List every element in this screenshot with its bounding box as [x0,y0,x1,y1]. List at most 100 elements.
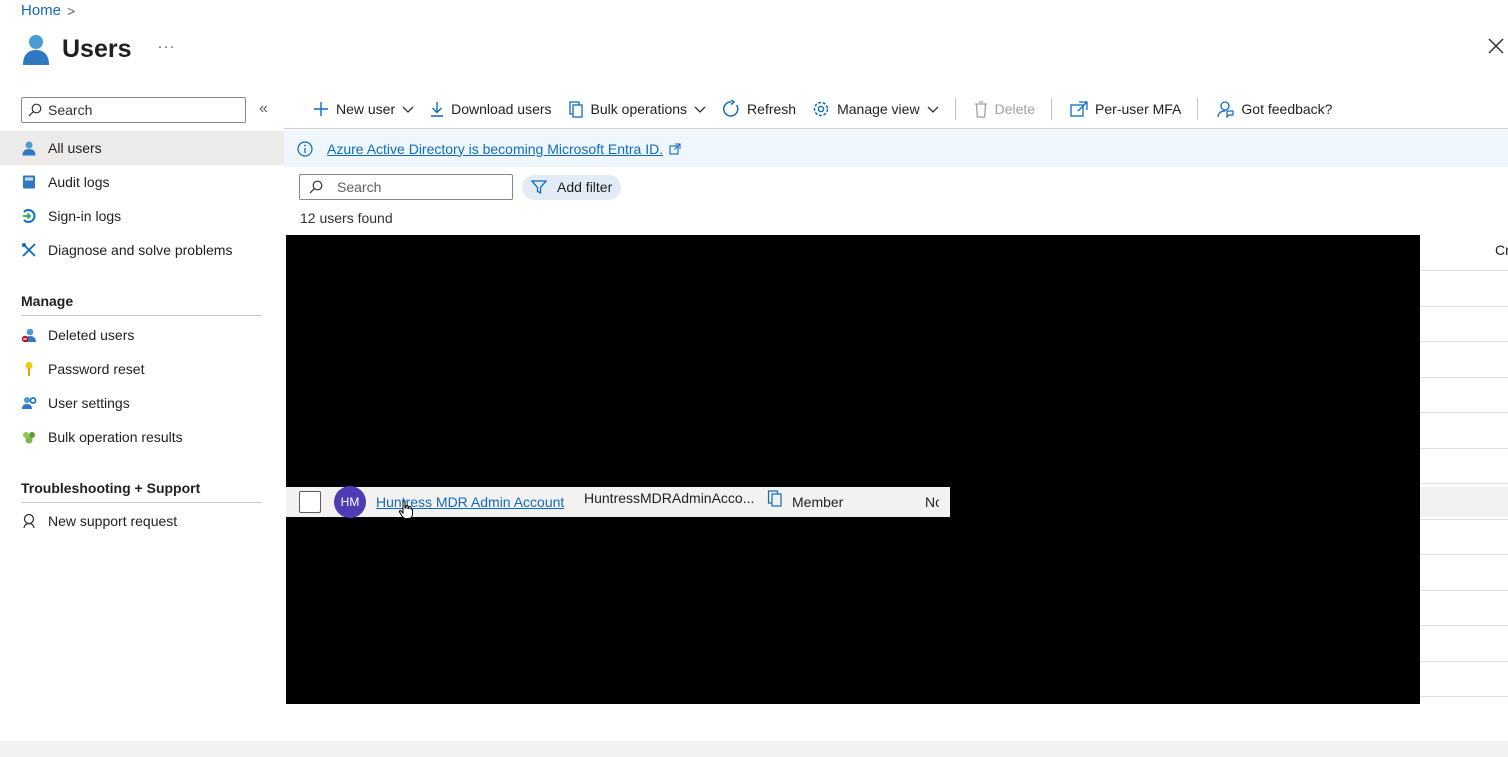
sidebar-item-bulk-results[interactable]: Bulk operation results [0,420,284,454]
breadcrumb: Home > [21,2,75,19]
row-checkbox[interactable] [299,491,321,513]
add-filter-button[interactable]: Add filter [522,174,622,200]
sidebar-item-sign-in-logs[interactable]: Sign-in logs [0,199,284,233]
breadcrumb-separator: > [67,2,76,19]
avatar: HM [334,486,366,518]
close-icon[interactable] [1486,36,1506,56]
sidebar-item-label: Bulk operation results [48,429,183,445]
sidebar-item-label: Password reset [48,361,145,377]
sidebar: All users Audit logs Sign-in logs Diagno… [0,131,284,538]
delete-label: Delete [994,101,1036,117]
chevron-down-icon [927,106,939,113]
external-link-icon [1070,101,1088,117]
user-type: Member [792,494,844,510]
next-column-value: No [925,494,939,510]
chevron-down-icon [694,106,706,113]
page-header: Users ··· [21,32,176,66]
sidebar-item-deleted-users[interactable]: Deleted users [0,318,284,352]
add-filter-label: Add filter [557,179,613,195]
command-bar: New user Download users Bulk operations … [300,93,1348,125]
sidebar-item-label: Diagnose and solve problems [48,242,233,258]
section-heading-support: Troubleshooting + Support [21,480,201,496]
sidebar-item-diagnose[interactable]: Diagnose and solve problems [0,233,284,267]
manage-view-label: Manage view [837,101,920,117]
support-icon [21,513,37,529]
user-search-placeholder: Search [337,179,382,195]
user-search-input[interactable]: Search [299,174,513,200]
collapse-sidebar-button[interactable]: « [259,100,268,118]
sidebar-item-password-reset[interactable]: Password reset [0,352,284,386]
results-count: 12 users found [300,210,393,226]
per-user-mfa-label: Per-user MFA [1095,101,1182,117]
hand-cursor-icon [398,500,413,519]
per-user-mfa-button[interactable]: Per-user MFA [1070,101,1181,117]
sidebar-item-audit-logs[interactable]: Audit logs [0,165,284,199]
new-user-button[interactable]: New user [313,101,414,117]
gear-icon [813,101,829,117]
feedback-label: Got feedback? [1241,101,1333,117]
table-row[interactable]: HM Huntress MDR Admin Account HuntressMD… [286,486,950,518]
search-icon [28,103,42,117]
sidebar-item-user-settings[interactable]: User settings [0,386,284,420]
new-user-label: New user [336,101,396,117]
column-header-created[interactable]: Cr [1495,242,1508,258]
divider [21,315,262,316]
breadcrumb-home[interactable]: Home [21,2,61,19]
download-users-button[interactable]: Download users [430,101,552,117]
people-icon [21,429,37,445]
sidebar-item-new-support-request[interactable]: New support request [0,504,284,538]
more-options-button[interactable]: ··· [158,38,176,55]
external-link-icon[interactable] [669,142,681,155]
sidebar-item-label: Deleted users [48,327,135,343]
sidebar-item-label: User settings [48,395,130,411]
section-heading-manage: Manage [21,293,74,309]
divider [284,128,1508,129]
sidebar-item-label: Sign-in logs [48,208,122,224]
sidebar-item-all-users[interactable]: All users [0,131,284,165]
divider [21,502,262,503]
info-banner: Azure Active Directory is becoming Micro… [284,130,1508,167]
refresh-icon [723,100,739,117]
trash-icon [974,100,987,118]
bottom-bar [0,741,1508,757]
deleted-user-icon [21,327,37,343]
signin-icon [21,208,37,224]
delete-button[interactable]: Delete [974,100,1036,118]
info-icon [297,140,313,157]
chevron-down-icon [402,106,414,113]
sidebar-item-label: All users [48,140,102,156]
sidebar-item-label: Audit logs [48,174,110,190]
download-users-label: Download users [451,101,552,117]
filter-icon [531,180,547,195]
feedback-icon [1217,101,1235,118]
table-row-highlight [1420,487,1508,517]
feedback-button[interactable]: Got feedback? [1216,100,1332,118]
toolbar-divider [954,98,956,120]
sidebar-item-label: New support request [48,513,178,529]
entra-announcement-link[interactable]: Azure Active Directory is becoming Micro… [327,141,663,157]
user-settings-icon [21,395,37,411]
toolbar-divider [1051,98,1053,120]
user-icon [21,140,37,156]
redacted-area [286,235,1420,704]
refresh-button[interactable]: Refresh [722,100,796,118]
manage-view-button[interactable]: Manage view [812,100,939,118]
user-principal-name: HuntressMDRAdminAcco... [584,490,755,506]
search-icon [309,180,323,194]
users-icon [23,35,49,65]
sidebar-search-placeholder: Search [48,102,93,118]
bulk-operations-button[interactable]: Bulk operations [568,100,707,118]
wrench-icon [21,242,37,258]
refresh-label: Refresh [747,101,797,117]
book-icon [21,174,37,190]
document-icon [568,100,583,118]
sidebar-search-input[interactable]: Search [21,97,246,123]
toolbar-divider [1197,98,1199,120]
download-icon [431,102,444,117]
page-title: Users [62,34,132,63]
copy-icon[interactable] [767,489,783,507]
plus-icon [314,102,328,116]
key-icon [21,361,37,377]
filter-row: Search Add filter [299,174,622,200]
bulk-operations-label: Bulk operations [590,101,688,117]
